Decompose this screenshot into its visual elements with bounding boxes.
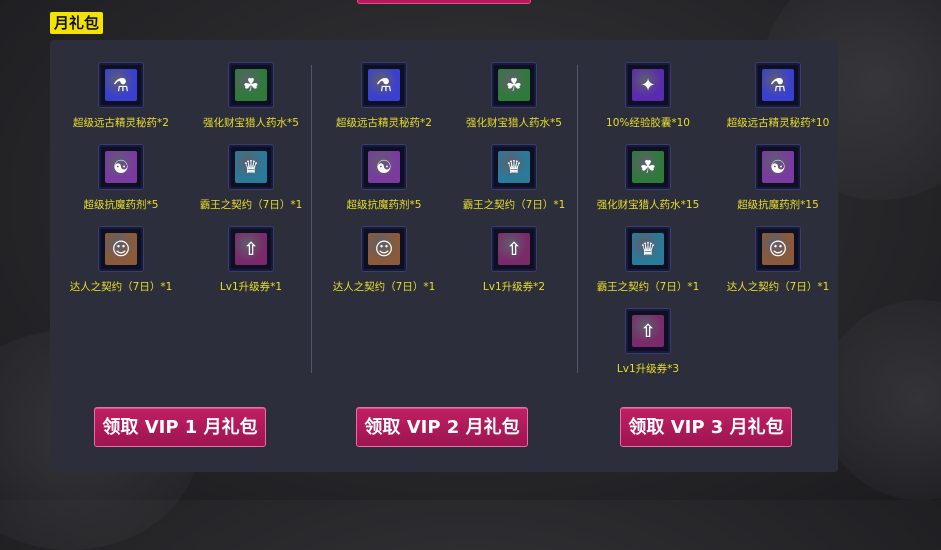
item-icon-frame: ☘ xyxy=(228,62,274,108)
reward-item[interactable]: ⚗ 超级远古精灵秘药*10 xyxy=(713,62,843,130)
treasure-potion-icon: ☘ xyxy=(235,69,267,101)
reward-item[interactable]: ☘ 强化财宝猎人药水*5 xyxy=(186,62,316,130)
item-icon-frame: ⇧ xyxy=(625,308,671,354)
item-icon-frame: ♛ xyxy=(491,144,537,190)
item-label: 强化财宝猎人药水*5 xyxy=(203,117,299,129)
reward-item[interactable]: ⚗ 超级远古精灵秘药*2 xyxy=(319,62,449,130)
item-label: 达人之契约（7日）*1 xyxy=(69,281,173,293)
item-icon-frame: ☯ xyxy=(755,144,801,190)
item-label: Lv1升级券*1 xyxy=(219,281,283,293)
expert-contract-icon: ☺ xyxy=(762,233,794,265)
expert-contract-icon: ☺ xyxy=(368,233,400,265)
reward-item[interactable]: ♛ 霸王之契约（7日）*1 xyxy=(583,226,713,294)
item-label: 强化财宝猎人药水*15 xyxy=(596,199,700,211)
item-icon-frame: ⚗ xyxy=(755,62,801,108)
overlord-contract-icon: ♛ xyxy=(235,151,267,183)
item-icon-frame: ⚗ xyxy=(98,62,144,108)
item-icon-frame: ☘ xyxy=(625,144,671,190)
vip1-column: ⚗ 超级远古精灵秘药*2 ☘ 强化财宝猎人药水*5 ☯ 超级抗魔药剂*5 ♛ 霸王之契约（7日… xyxy=(50,40,312,390)
top-tab-button[interactable] xyxy=(357,0,531,4)
item-label: 超级远古精灵秘药*10 xyxy=(726,117,830,129)
reward-item[interactable]: ⚗ 超级远古精灵秘药*2 xyxy=(56,62,186,130)
treasure-potion-icon: ☘ xyxy=(498,69,530,101)
level-ticket-icon: ⇧ xyxy=(632,315,664,347)
claim-vip1-button[interactable]: 领取 VIP 1 月礼包 xyxy=(94,407,266,447)
reward-item[interactable]: ☘ 强化财宝猎人药水*15 xyxy=(583,144,713,212)
reward-item[interactable]: ✦ 10%经验胶囊*10 xyxy=(583,62,713,130)
item-icon-frame: ⇧ xyxy=(491,226,537,272)
exp-capsule-icon: ✦ xyxy=(632,69,664,101)
overlord-contract-icon: ♛ xyxy=(632,233,664,265)
gift-panel: ⚗ 超级远古精灵秘药*2 ☘ 强化财宝猎人药水*5 ☯ 超级抗魔药剂*5 ♛ 霸王之契约（7日… xyxy=(50,40,838,472)
item-icon-frame: ♛ xyxy=(625,226,671,272)
reward-item[interactable]: ☘ 强化财宝猎人药水*5 xyxy=(449,62,579,130)
item-label: 超级远古精灵秘药*2 xyxy=(336,117,432,129)
reward-item[interactable]: ☯ 超级抗魔药剂*15 xyxy=(713,144,843,212)
item-label: 霸王之契约（7日）*1 xyxy=(199,199,303,211)
item-icon-frame: ☺ xyxy=(755,226,801,272)
item-icon-frame: ⇧ xyxy=(228,226,274,272)
potion-blue-icon: ⚗ xyxy=(762,69,794,101)
reward-item[interactable]: ☯ 超级抗魔药剂*5 xyxy=(56,144,186,212)
vip3-column: ✦ 10%经验胶囊*10 ⚗ 超级远古精灵秘药*10 ☘ 强化财宝猎人药水*15 ☯ 超级抗魔… xyxy=(577,40,839,390)
reward-item[interactable]: ☯ 超级抗魔药剂*5 xyxy=(319,144,449,212)
section-tag: 月礼包 xyxy=(50,12,104,34)
item-label: 超级抗魔药剂*15 xyxy=(737,199,819,211)
item-icon-frame: ♛ xyxy=(228,144,274,190)
item-label: 达人之契约（7日）*1 xyxy=(332,281,436,293)
item-icon-frame: ☘ xyxy=(491,62,537,108)
level-ticket-icon: ⇧ xyxy=(498,233,530,265)
overlord-contract-icon: ♛ xyxy=(498,151,530,183)
vip2-column: ⚗ 超级远古精灵秘药*2 ☘ 强化财宝猎人药水*5 ☯ 超级抗魔药剂*5 ♛ 霸王之契约（7日… xyxy=(313,40,575,390)
item-label: 强化财宝猎人药水*5 xyxy=(466,117,562,129)
item-label: 达人之契约（7日）*1 xyxy=(726,281,830,293)
reward-item[interactable]: ⇧ Lv1升级券*3 xyxy=(583,308,713,376)
anti-magic-potion-icon: ☯ xyxy=(105,151,137,183)
item-label: 超级抗魔药剂*5 xyxy=(83,199,159,211)
claim-vip3-button[interactable]: 领取 VIP 3 月礼包 xyxy=(620,407,792,447)
reward-item[interactable]: ☺ 达人之契约（7日）*1 xyxy=(713,226,843,294)
reward-item[interactable]: ☺ 达人之契约（7日）*1 xyxy=(319,226,449,294)
item-icon-frame: ☯ xyxy=(98,144,144,190)
potion-blue-icon: ⚗ xyxy=(105,69,137,101)
item-icon-frame: ☺ xyxy=(361,226,407,272)
reward-item[interactable]: ♛ 霸王之契约（7日）*1 xyxy=(449,144,579,212)
reward-item[interactable]: ⇧ Lv1升级券*1 xyxy=(186,226,316,294)
item-icon-frame: ☯ xyxy=(361,144,407,190)
item-icon-frame: ✦ xyxy=(625,62,671,108)
reward-item[interactable]: ⇧ Lv1升级券*2 xyxy=(449,226,579,294)
item-icon-frame: ☺ xyxy=(98,226,144,272)
item-label: Lv1升级券*2 xyxy=(482,281,546,293)
potion-blue-icon: ⚗ xyxy=(368,69,400,101)
anti-magic-potion-icon: ☯ xyxy=(368,151,400,183)
claim-vip2-button[interactable]: 领取 VIP 2 月礼包 xyxy=(356,407,528,447)
item-label: 超级抗魔药剂*5 xyxy=(346,199,422,211)
item-icon-frame: ⚗ xyxy=(361,62,407,108)
expert-contract-icon: ☺ xyxy=(105,233,137,265)
item-label: 10%经验胶囊*10 xyxy=(606,117,690,129)
treasure-potion-icon: ☘ xyxy=(632,151,664,183)
reward-item[interactable]: ♛ 霸王之契约（7日）*1 xyxy=(186,144,316,212)
item-label: 霸王之契约（7日）*1 xyxy=(596,281,700,293)
anti-magic-potion-icon: ☯ xyxy=(762,151,794,183)
reward-item[interactable]: ☺ 达人之契约（7日）*1 xyxy=(56,226,186,294)
item-label: 超级远古精灵秘药*2 xyxy=(73,117,169,129)
level-ticket-icon: ⇧ xyxy=(235,233,267,265)
item-label: Lv1升级券*3 xyxy=(616,363,680,375)
item-label: 霸王之契约（7日）*1 xyxy=(462,199,566,211)
